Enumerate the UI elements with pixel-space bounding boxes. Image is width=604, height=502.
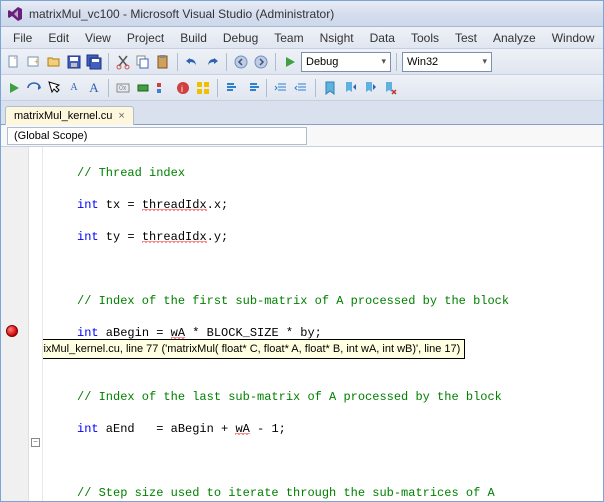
- platform-dropdown[interactable]: Win32 ▾: [402, 52, 492, 72]
- cut-icon[interactable]: [115, 54, 131, 70]
- chevron-down-icon: ▾: [381, 56, 386, 67]
- save-icon[interactable]: [66, 54, 82, 70]
- comment-icon[interactable]: [224, 80, 240, 96]
- redo-icon[interactable]: [204, 54, 220, 70]
- code-editor[interactable]: − // Thread index int tx = threadIdx.x; …: [1, 147, 603, 501]
- menu-tools[interactable]: Tools: [403, 29, 447, 47]
- warp-icon[interactable]: [155, 80, 171, 96]
- menubar: File Edit View Project Build Debug Team …: [1, 27, 603, 49]
- bookmark-prev-icon[interactable]: [342, 80, 358, 96]
- menu-test[interactable]: Test: [447, 29, 485, 47]
- uncomment-icon[interactable]: [244, 80, 260, 96]
- indent-icon[interactable]: [273, 80, 289, 96]
- menu-build[interactable]: Build: [172, 29, 215, 47]
- tab-matrixmul-kernel[interactable]: matrixMul_kernel.cu ×: [5, 106, 134, 125]
- code-comment: // Index of the first sub-matrix of A pr…: [77, 294, 509, 308]
- document-tabs: matrixMul_kernel.cu ×: [1, 101, 603, 125]
- window-title: matrixMul_vc100 - Microsoft Visual Studi…: [29, 7, 334, 21]
- code-comment: // Step size used to iterate through the…: [77, 486, 495, 500]
- add-item-icon[interactable]: +: [26, 54, 42, 70]
- svg-text:i: i: [181, 84, 183, 94]
- small-a-icon[interactable]: A: [66, 80, 82, 96]
- menu-data[interactable]: Data: [362, 29, 403, 47]
- menu-nsight[interactable]: Nsight: [312, 29, 362, 47]
- breakpoint-tooltip: At matrixMul_kernel.cu, line 77 ('matrix…: [43, 339, 465, 359]
- svg-text:0x: 0x: [119, 85, 127, 92]
- outlining-margin: [29, 147, 43, 501]
- toolbar-secondary: A A 0x i: [1, 75, 603, 101]
- menu-debug[interactable]: Debug: [215, 29, 266, 47]
- breakpoint-gutter[interactable]: −: [1, 147, 29, 501]
- menu-file[interactable]: File: [5, 29, 40, 47]
- menu-analyze[interactable]: Analyze: [485, 29, 544, 47]
- menu-team[interactable]: Team: [266, 29, 311, 47]
- bookmark-clear-icon[interactable]: [382, 80, 398, 96]
- menu-window[interactable]: Window: [544, 29, 603, 47]
- platform-value: Win32: [407, 56, 438, 68]
- unindent-icon[interactable]: [293, 80, 309, 96]
- scope-bar: (Global Scope): [1, 125, 603, 147]
- start-debug-icon[interactable]: [282, 54, 298, 70]
- open-icon[interactable]: [46, 54, 62, 70]
- code-area[interactable]: // Thread index int tx = threadIdx.x; in…: [43, 147, 603, 501]
- nav-forward-icon[interactable]: [253, 54, 269, 70]
- breakpoint-icon[interactable]: [6, 325, 18, 337]
- chevron-down-icon: ▾: [482, 56, 487, 67]
- tab-label: matrixMul_kernel.cu: [14, 110, 112, 122]
- scope-dropdown[interactable]: (Global Scope): [7, 127, 307, 145]
- close-tab-icon[interactable]: ×: [118, 110, 124, 122]
- nav-back-icon[interactable]: [233, 54, 249, 70]
- menu-edit[interactable]: Edit: [40, 29, 77, 47]
- paste-icon[interactable]: [155, 54, 171, 70]
- pointer-icon[interactable]: [46, 80, 62, 96]
- bookmark-icon[interactable]: [322, 80, 338, 96]
- collapse-icon[interactable]: −: [31, 438, 40, 447]
- bookmark-next-icon[interactable]: [362, 80, 378, 96]
- grid-icon[interactable]: [195, 80, 211, 96]
- scope-value: (Global Scope): [14, 130, 87, 142]
- code-comment: // Index of the last sub-matrix of A pro…: [77, 390, 502, 404]
- hex-icon[interactable]: 0x: [115, 80, 131, 96]
- svg-text:+: +: [34, 57, 39, 66]
- code-comment: // Thread index: [77, 166, 185, 180]
- toolbar-main: + Debug ▾ Win32 ▾: [1, 49, 603, 75]
- new-file-icon[interactable]: [6, 54, 22, 70]
- large-a-icon[interactable]: A: [86, 80, 102, 96]
- menu-project[interactable]: Project: [119, 29, 172, 47]
- undo-icon[interactable]: [184, 54, 200, 70]
- copy-icon[interactable]: [135, 54, 151, 70]
- info-icon[interactable]: i: [175, 80, 191, 96]
- vs-logo-icon: [7, 6, 23, 22]
- config-value: Debug: [306, 56, 338, 68]
- cuda-start-icon[interactable]: [6, 80, 22, 96]
- memory-icon[interactable]: [135, 80, 151, 96]
- titlebar: matrixMul_vc100 - Microsoft Visual Studi…: [1, 1, 603, 27]
- save-all-icon[interactable]: [86, 54, 102, 70]
- menu-view[interactable]: View: [77, 29, 119, 47]
- config-dropdown[interactable]: Debug ▾: [301, 52, 391, 72]
- step-over-icon[interactable]: [26, 80, 42, 96]
